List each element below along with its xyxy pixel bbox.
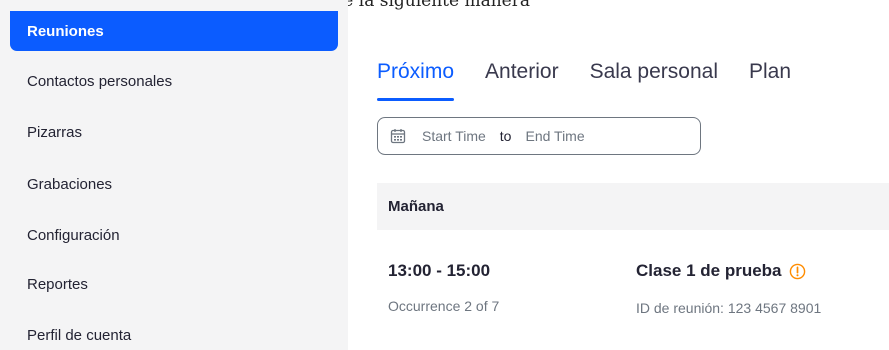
warning-icon[interactable] [789,263,806,280]
sidebar-item-label: Pizarras [27,123,83,141]
sidebar-item-label: Contactos personales [27,72,173,90]
sidebar-item-reportes[interactable]: Reportes [10,264,338,304]
meeting-tabs: Próximo Anterior Sala personal Plan [377,58,822,101]
meeting-occurrence: Occurrence 2 of 7 [388,298,500,314]
start-time-field[interactable]: Start Time [422,128,486,144]
meeting-title-row[interactable]: Clase 1 de prueba [636,261,806,281]
date-group-header: Mañana [377,183,889,230]
sidebar-item-label: Reuniones [27,22,104,40]
sidebar-item-configuracion[interactable]: Configuración [10,215,338,255]
end-time-field[interactable]: End Time [525,128,584,144]
sidebar-item-pizarras[interactable]: Pizarras [10,112,338,152]
sidebar-item-label: Configuración [27,226,120,244]
meeting-id: ID de reunión: 123 4567 8901 [636,300,822,316]
sidebar-item-reuniones[interactable]: Reuniones [10,11,338,51]
date-range-picker[interactable]: Start Time to End Time [377,117,701,155]
meeting-title[interactable]: Clase 1 de prueba [636,261,782,281]
sidebar: Reuniones Contactos personales Pizarras … [0,0,348,350]
sidebar-item-grabaciones[interactable]: Grabaciones [10,164,338,204]
calendar-icon [390,129,406,144]
sidebar-item-contactos[interactable]: Contactos personales [10,61,338,101]
tab-sala-personal[interactable]: Sala personal [590,58,718,98]
meeting-time: 13:00 - 15:00 [388,261,491,280]
sidebar-item-perfil[interactable]: Perfil de cuenta [10,315,338,350]
tab-anterior[interactable]: Anterior [485,58,559,98]
tab-plan[interactable]: Plan [749,58,791,98]
tab-proximo[interactable]: Próximo [377,58,455,101]
date-range-separator: to [499,128,512,144]
sidebar-item-label: Grabaciones [27,175,113,193]
date-group-label: Mañana [388,198,444,215]
sidebar-item-label: Perfil de cuenta [27,326,132,344]
meetings-content: Próximo Anterior Sala personal Plan Star… [348,0,889,350]
sidebar-item-label: Reportes [27,275,88,293]
